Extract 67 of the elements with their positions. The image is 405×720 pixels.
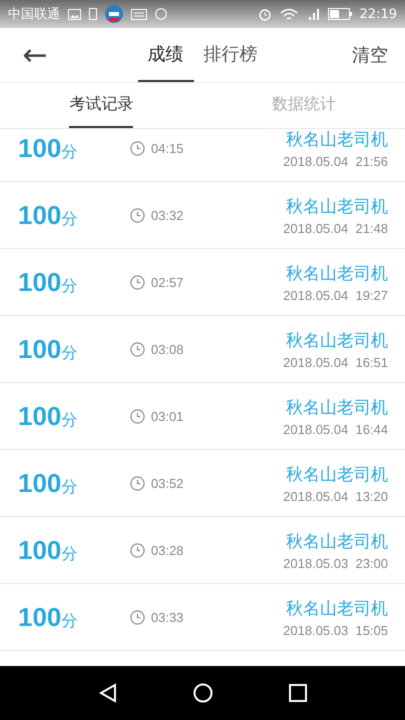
back-button[interactable]: ← bbox=[0, 28, 70, 82]
home-nav-icon[interactable] bbox=[193, 683, 214, 703]
header-tab[interactable]: 成绩 bbox=[138, 28, 194, 82]
score: 100分 bbox=[18, 334, 78, 364]
clock-icon bbox=[130, 274, 145, 290]
user-name: 秋名山老司机 bbox=[286, 196, 388, 218]
image-icon bbox=[68, 8, 81, 20]
sub-tab[interactable]: 考试记录 bbox=[69, 83, 134, 128]
score: 100分 bbox=[18, 266, 78, 298]
user-name: 秋名山老司机 bbox=[286, 464, 388, 486]
header-tab[interactable]: 排行榜 bbox=[194, 28, 268, 82]
alarm-icon bbox=[258, 7, 272, 21]
user-name: 秋名山老司机 bbox=[286, 530, 388, 552]
recents-nav-icon[interactable] bbox=[289, 684, 308, 702]
record-row[interactable]: 100分 02:57 秋名山老司机 2018.05.04 19:27 bbox=[0, 249, 405, 316]
duration: 03:52 bbox=[151, 476, 184, 490]
score: 100分 bbox=[18, 602, 78, 632]
clock-icon bbox=[130, 208, 145, 222]
user-name: 秋名山老司机 bbox=[286, 396, 388, 418]
record-date: 2018.05.04 16:51 bbox=[283, 354, 388, 370]
user-name: 秋名山老司机 bbox=[286, 129, 388, 150]
score: 100分 bbox=[18, 200, 78, 230]
duration: 03:28 bbox=[151, 542, 184, 558]
record-row[interactable]: 100分 03:01 秋名山老司机 2018.05.04 16:44 bbox=[0, 383, 405, 450]
sim-icon bbox=[89, 8, 97, 20]
duration: 03:32 bbox=[151, 208, 184, 222]
record-date: 2018.05.04 13:20 bbox=[283, 488, 388, 504]
clock-icon bbox=[130, 476, 145, 490]
circle-icon bbox=[155, 8, 167, 20]
record-row[interactable]: 100分 04:15 秋名山老司机 2018.05.04 21:56 bbox=[0, 129, 405, 182]
score: 100分 bbox=[18, 132, 78, 164]
user-name: 秋名山老司机 bbox=[286, 262, 388, 284]
user-name: 秋名山老司机 bbox=[286, 598, 388, 620]
duration: 04:15 bbox=[151, 140, 184, 156]
duration: 02:57 bbox=[151, 274, 184, 290]
record-date: 2018.05.04 21:48 bbox=[283, 220, 388, 236]
battery-icon bbox=[328, 8, 352, 20]
record-row[interactable]: 100分 03:28 秋名山老司机 2018.05.03 23:00 bbox=[0, 517, 405, 584]
score: 100分 bbox=[18, 534, 78, 566]
user-name: 秋名山老司机 bbox=[286, 330, 388, 352]
app-icon bbox=[105, 5, 123, 23]
duration: 03:01 bbox=[151, 408, 184, 424]
keyboard-icon bbox=[131, 8, 147, 20]
clock-icon bbox=[130, 610, 145, 624]
record-date: 2018.05.04 16:44 bbox=[283, 422, 388, 436]
record-date: 2018.05.03 23:00 bbox=[283, 556, 388, 570]
sub-tab[interactable]: 数据统计 bbox=[272, 83, 336, 128]
carrier-name: 中国联通 bbox=[8, 6, 60, 23]
record-date: 2018.05.04 21:56 bbox=[283, 154, 388, 168]
score: 100分 bbox=[18, 400, 78, 432]
clear-button[interactable]: 清空 bbox=[335, 28, 405, 82]
clock-icon bbox=[130, 408, 145, 424]
record-date: 2018.05.04 19:27 bbox=[283, 288, 388, 302]
record-row[interactable]: 100分 03:33 秋名山老司机 2018.05.03 15:05 bbox=[0, 584, 405, 651]
clock-time: 22:19 bbox=[360, 6, 397, 22]
score: 100分 bbox=[18, 468, 78, 498]
clock-icon bbox=[130, 342, 145, 356]
duration: 03:33 bbox=[151, 610, 184, 624]
record-date: 2018.05.03 15:05 bbox=[283, 622, 388, 638]
record-row[interactable]: 100分 03:52 秋名山老司机 2018.05.04 13:20 bbox=[0, 450, 405, 517]
record-row[interactable]: 100分 03:32 秋名山老司机 2018.05.04 21:48 bbox=[0, 182, 405, 249]
duration: 03:08 bbox=[151, 342, 184, 356]
back-nav-icon[interactable] bbox=[98, 683, 118, 703]
wifi-icon bbox=[280, 8, 298, 20]
clock-icon bbox=[130, 140, 145, 156]
record-row[interactable]: 100分 03:08 秋名山老司机 2018.05.04 16:51 bbox=[0, 316, 405, 383]
clock-icon bbox=[130, 542, 145, 558]
